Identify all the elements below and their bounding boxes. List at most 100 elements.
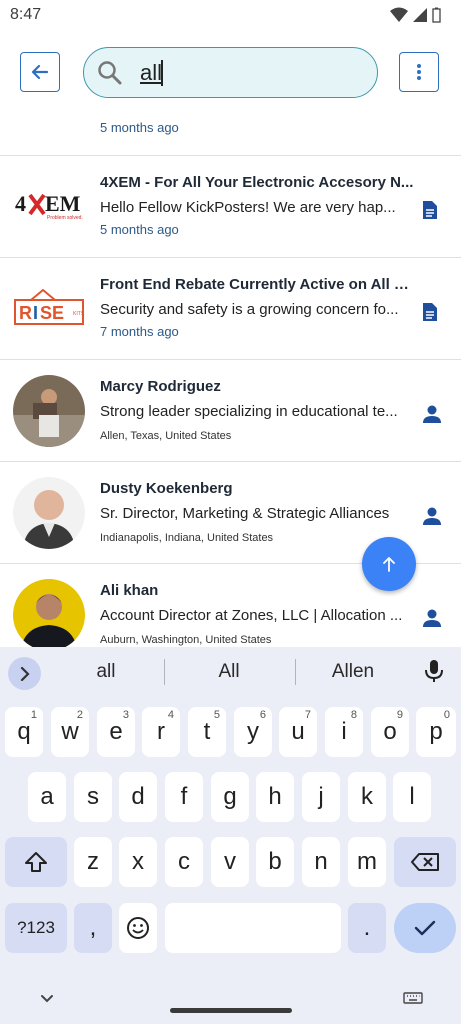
- key-d[interactable]: d: [119, 772, 157, 822]
- key-h[interactable]: h: [256, 772, 294, 822]
- key-i[interactable]: i8: [325, 707, 363, 757]
- person-icon: [423, 405, 441, 423]
- key-k[interactable]: k: [348, 772, 386, 822]
- key-b[interactable]: b: [256, 837, 294, 887]
- backspace-key[interactable]: [394, 837, 456, 887]
- key-a[interactable]: a: [28, 772, 66, 822]
- scroll-to-top-button[interactable]: [362, 537, 416, 591]
- back-button[interactable]: [20, 52, 60, 92]
- emoji-key[interactable]: [119, 903, 157, 953]
- keyboard-icon: [403, 992, 423, 1004]
- key-x[interactable]: x: [119, 837, 157, 887]
- chevron-down-icon: [41, 995, 53, 1003]
- list-item[interactable]: R I SE KITS Front End Rebate Currently A…: [0, 258, 461, 360]
- key-f[interactable]: f: [165, 772, 203, 822]
- person-icon: [423, 507, 441, 525]
- keyboard-switch-button[interactable]: [403, 991, 423, 1009]
- key-label: o: [383, 718, 397, 745]
- battery-icon: [432, 7, 441, 23]
- result-description: Sr. Director, Marketing & Strategic Alli…: [100, 505, 390, 522]
- period-key[interactable]: .: [348, 903, 386, 953]
- suggestion-bar: all All Allen: [0, 647, 461, 697]
- suggestion-item[interactable]: Allen: [303, 661, 403, 683]
- key-label: u: [291, 718, 305, 745]
- more-vertical-icon: [417, 64, 421, 80]
- result-location: Indianapolis, Indiana, United States: [100, 532, 274, 544]
- symbols-key[interactable]: ?123: [5, 903, 67, 953]
- person-icon: [423, 609, 441, 627]
- list-item[interactable]: Marcy Rodriguez Strong leader specializi…: [0, 360, 461, 462]
- avatar: [13, 375, 85, 447]
- document-icon: [423, 303, 437, 321]
- key-n[interactable]: n: [302, 837, 340, 887]
- result-title: Front End Rebate Currently Active on All…: [100, 276, 415, 293]
- result-location: Allen, Texas, United States: [100, 430, 232, 442]
- key-q[interactable]: q1: [5, 707, 43, 757]
- key-z[interactable]: z: [74, 837, 112, 887]
- avatar: [13, 477, 85, 549]
- key-hint: 6: [259, 709, 266, 721]
- microphone-icon: [425, 660, 443, 682]
- svg-text:I: I: [33, 303, 38, 323]
- key-w[interactable]: w2: [51, 707, 89, 757]
- key-r[interactable]: r4: [142, 707, 180, 757]
- key-g[interactable]: g: [211, 772, 249, 822]
- emoji-icon: [127, 917, 149, 939]
- key-p[interactable]: p0: [416, 707, 456, 757]
- home-gesture-pill[interactable]: [170, 1008, 292, 1013]
- key-label: p: [429, 718, 443, 745]
- list-item[interactable]: 4 EM Problem solved. 4XEM - For All Your…: [0, 156, 461, 258]
- key-t[interactable]: t5: [188, 707, 226, 757]
- key-label: t: [203, 718, 211, 745]
- key-hint: 0: [443, 709, 450, 721]
- key-hint: 4: [167, 709, 174, 721]
- key-hint: 9: [396, 709, 403, 721]
- result-description: Security and safety is a growing concern…: [100, 301, 399, 318]
- key-v[interactable]: v: [211, 837, 249, 887]
- key-j[interactable]: j: [302, 772, 340, 822]
- shift-key[interactable]: [5, 837, 67, 887]
- key-u[interactable]: u7: [279, 707, 317, 757]
- suggestion-item[interactable]: all: [56, 661, 156, 683]
- svg-text:4: 4: [15, 191, 26, 216]
- shift-icon: [25, 852, 47, 872]
- hide-keyboard-button[interactable]: [40, 991, 54, 1009]
- key-c[interactable]: c: [165, 837, 203, 887]
- divider: [164, 659, 165, 685]
- chevron-right-icon: [20, 666, 30, 681]
- list-item[interactable]: 5 months ago: [0, 118, 461, 156]
- key-o[interactable]: o9: [371, 707, 409, 757]
- more-options-button[interactable]: [399, 52, 439, 92]
- search-input[interactable]: all: [83, 47, 378, 98]
- search-value: all: [140, 60, 163, 85]
- system-nav-bar: [0, 975, 461, 1024]
- key-label: y: [247, 718, 259, 745]
- key-hint: 2: [76, 709, 83, 721]
- key-label: r: [157, 718, 165, 745]
- keyboard-menu-button[interactable]: [8, 657, 41, 690]
- key-l[interactable]: l: [393, 772, 431, 822]
- key-label: e: [109, 718, 123, 745]
- key-y[interactable]: y6: [234, 707, 272, 757]
- result-title: Dusty Koekenberg: [100, 480, 233, 497]
- 4xem-logo: 4 EM Problem solved.: [13, 170, 85, 242]
- svg-text:Problem solved.: Problem solved.: [47, 215, 83, 221]
- result-meta: 5 months ago: [100, 222, 179, 237]
- done-key[interactable]: [394, 903, 456, 953]
- comma-key[interactable]: ,: [74, 903, 112, 953]
- result-meta: 5 months ago: [100, 120, 179, 135]
- suggestion-item[interactable]: All: [179, 661, 279, 683]
- key-e[interactable]: e3: [97, 707, 135, 757]
- key-hint: 8: [350, 709, 357, 721]
- rise-logo: R I SE KITS: [13, 272, 85, 344]
- check-icon: [414, 920, 436, 936]
- space-key[interactable]: [165, 903, 341, 953]
- voice-input-button[interactable]: [424, 659, 444, 688]
- key-m[interactable]: m: [348, 837, 386, 887]
- result-title: Marcy Rodriguez: [100, 378, 221, 395]
- signal-icon: [413, 8, 427, 22]
- key-label: i: [341, 718, 347, 745]
- key-s[interactable]: s: [74, 772, 112, 822]
- result-location: Auburn, Washington, United States: [100, 634, 272, 646]
- backspace-icon: [411, 853, 439, 871]
